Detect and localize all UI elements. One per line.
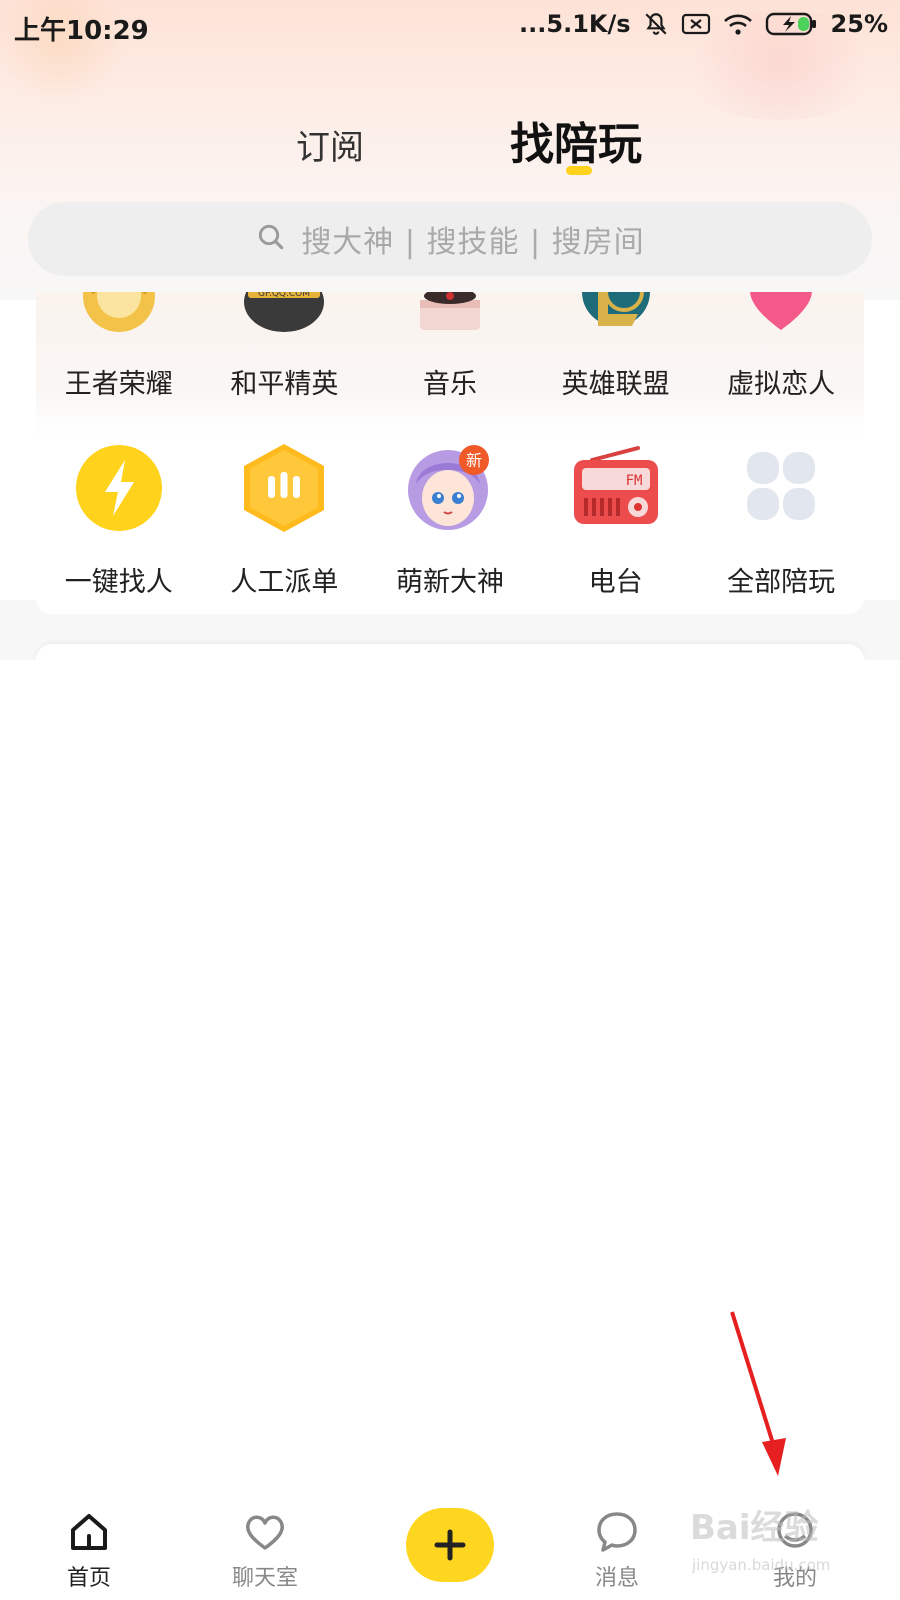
mute-icon — [643, 11, 669, 37]
lightning-icon — [71, 440, 167, 536]
category-label: 和平精英 — [230, 369, 339, 400]
category-label: 王者荣耀 — [64, 369, 173, 400]
category-label: 一键找人 — [64, 567, 173, 598]
category-newbie-master[interactable]: 新 萌新大神 — [367, 440, 533, 614]
category-label: 英雄联盟 — [561, 369, 670, 400]
status-icons: ...5.1K/s 25% — [519, 10, 888, 38]
top-tabs: 订阅 找陪玩 — [0, 108, 900, 188]
grid-four-icon — [733, 440, 829, 536]
watermark: Bai经验 — [690, 1508, 819, 1548]
category-quick-match[interactable]: 一键找人 — [36, 440, 202, 614]
new-badge: 新 — [466, 451, 482, 470]
category-label: 人工派单 — [230, 567, 339, 598]
tab-subscribe[interactable]: 订阅 — [296, 120, 364, 169]
search-icon — [255, 221, 287, 257]
music-gramophone-icon — [402, 292, 498, 348]
category-virtual-lover[interactable]: 虚拟恋人 — [698, 292, 864, 442]
virtual-lover-heart-icon — [733, 292, 829, 348]
publish-plus-button[interactable] — [406, 1508, 494, 1582]
home-icon — [71, 1514, 107, 1550]
category-grid: 王者荣耀 GP.QQ.COM 和平精英 音乐 英雄联盟 虚拟恋人 一键找人 人工… — [36, 292, 864, 614]
nav-label: 首页 — [66, 1566, 111, 1591]
watermark-url: jingyan.baidu.com — [692, 1556, 831, 1574]
search-bar[interactable]: 搜大神 | 搜技能 | 搜房间 — [28, 202, 872, 276]
category-league-of-legends[interactable]: 英雄联盟 — [533, 292, 699, 442]
nav-chatroom[interactable]: 聊天室 — [210, 1508, 320, 1592]
radio-fm-icon: FM — [568, 440, 664, 536]
svg-text:FM: FM — [625, 473, 642, 489]
nav-label: 聊天室 — [231, 1566, 298, 1591]
anime-girl-avatar-icon: 新 — [402, 440, 498, 536]
status-time: 上午10:29 — [14, 16, 149, 46]
annotation-arrow — [730, 1311, 786, 1476]
category-radio[interactable]: FM 电台 — [533, 440, 699, 614]
peacekeeper-elite-icon: GP.QQ.COM — [236, 292, 332, 348]
battery-percent: 25% — [830, 10, 888, 38]
nav-label: 消息 — [594, 1566, 639, 1591]
category-row: 一键找人 人工派单 新 萌新大神 FM 电台 全部陪玩 — [36, 440, 864, 614]
category-label: 音乐 — [422, 369, 477, 400]
nav-messages[interactable]: 消息 — [562, 1508, 672, 1592]
wifi-icon — [723, 11, 753, 37]
tab-find-companion[interactable]: 找陪玩 — [510, 108, 642, 172]
league-of-legends-icon — [568, 292, 664, 348]
search-placeholder: 搜大神 | 搜技能 | 搜房间 — [301, 225, 645, 260]
heart-icon — [246, 1515, 284, 1550]
category-peacekeeper-elite[interactable]: GP.QQ.COM 和平精英 — [202, 292, 368, 442]
plus-icon — [434, 1529, 466, 1561]
network-speed: ...5.1K/s — [519, 10, 631, 38]
svg-text:GP.QQ.COM: GP.QQ.COM — [258, 292, 310, 299]
chat-bubble-icon — [597, 1512, 637, 1552]
category-honor-of-kings[interactable]: 王者荣耀 — [36, 292, 202, 442]
status-bar: 上午10:29 ...5.1K/s 25% — [0, 0, 900, 56]
battery-charging-icon — [765, 11, 819, 37]
category-label: 虚拟恋人 — [727, 369, 836, 400]
category-music[interactable]: 音乐 — [367, 292, 533, 442]
honor-of-kings-icon — [71, 292, 167, 348]
category-label: 全部陪玩 — [727, 567, 836, 598]
category-row: 王者荣耀 GP.QQ.COM 和平精英 音乐 英雄联盟 虚拟恋人 — [36, 292, 864, 442]
category-all-companions[interactable]: 全部陪玩 — [698, 440, 864, 614]
active-tab-indicator — [566, 166, 592, 175]
category-label: 电台 — [588, 567, 643, 598]
no-sim-icon — [681, 11, 711, 37]
nav-home[interactable]: 首页 — [34, 1508, 144, 1592]
category-manual-dispatch[interactable]: 人工派单 — [202, 440, 368, 614]
category-label: 萌新大神 — [395, 567, 504, 598]
manual-dispatch-icon — [236, 440, 332, 536]
